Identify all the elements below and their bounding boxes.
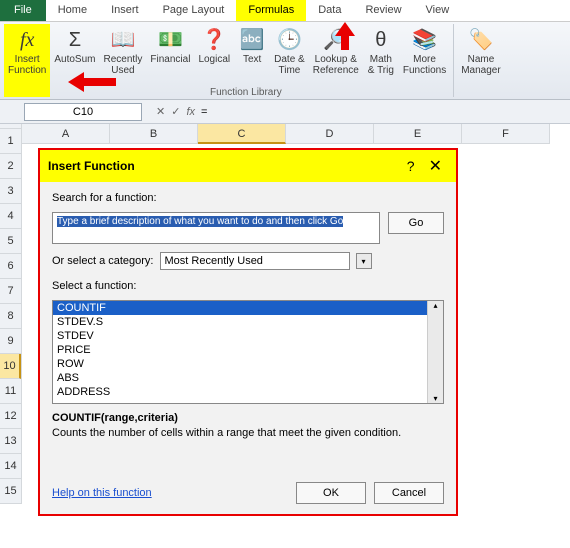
name-manager-button[interactable]: 🏷️ Name Manager: [457, 24, 504, 97]
function-list[interactable]: COUNTIF STDEV.S STDEV PRICE ROW ABS ADDR…: [52, 300, 444, 404]
formula-bar-row: C10 ✕ ✓ fx =: [0, 100, 570, 124]
go-button[interactable]: Go: [388, 212, 444, 234]
col-header[interactable]: A: [22, 124, 110, 144]
function-signature: COUNTIF(range,criteria): [52, 412, 444, 424]
list-item[interactable]: COUNTIF: [53, 301, 427, 315]
category-label: Or select a category:: [52, 255, 154, 267]
search-text: Type a brief description of what you wan…: [57, 216, 343, 227]
col-header[interactable]: C: [198, 124, 286, 144]
row-header[interactable]: 14: [0, 454, 21, 479]
select-function-label: Select a function:: [52, 280, 444, 292]
cancel-icon[interactable]: ✕: [156, 105, 165, 118]
tab-insert[interactable]: Insert: [99, 0, 151, 21]
name-manager-label: Name Manager: [461, 54, 500, 76]
list-item[interactable]: PRICE: [53, 343, 427, 357]
formula-bar[interactable]: =: [195, 106, 570, 118]
tag-icon: 🏷️: [467, 26, 495, 54]
ok-button[interactable]: OK: [296, 482, 366, 504]
search-label: Search for a function:: [52, 192, 444, 204]
tab-file[interactable]: File: [0, 0, 46, 21]
col-header[interactable]: F: [462, 124, 550, 144]
list-item[interactable]: STDEV: [53, 329, 427, 343]
autosum-label: AutoSum: [54, 54, 95, 65]
dialog-title-bar: Insert Function ? ✕: [40, 150, 456, 182]
text-icon: 🔤: [238, 26, 266, 54]
row-header[interactable]: 12: [0, 404, 21, 429]
logic-icon: ❓: [200, 26, 228, 54]
col-header[interactable]: B: [110, 124, 198, 144]
row-header[interactable]: 9: [0, 329, 21, 354]
group-label-function-library: Function Library: [210, 87, 282, 98]
insert-function-button[interactable]: fx Insert Function: [4, 24, 50, 97]
fx-icon: fx: [13, 26, 41, 54]
theta-icon: θ: [367, 26, 395, 54]
function-description: Counts the number of cells within a rang…: [52, 426, 444, 440]
row-header[interactable]: 10: [0, 354, 21, 379]
financial-label: Financial: [150, 54, 190, 65]
more-icon: 📚: [411, 26, 439, 54]
row-header[interactable]: 7: [0, 279, 21, 304]
list-item[interactable]: ROW: [53, 357, 427, 371]
more-functions-button[interactable]: 📚 More Functions: [399, 24, 450, 97]
row-header[interactable]: 5: [0, 229, 21, 254]
row-header[interactable]: 15: [0, 479, 21, 504]
tab-review[interactable]: Review: [353, 0, 413, 21]
date-time-label: Date & Time: [274, 54, 305, 76]
chevron-down-icon[interactable]: ▾: [356, 253, 372, 269]
help-button[interactable]: ?: [399, 158, 423, 174]
row-header[interactable]: 6: [0, 254, 21, 279]
financial-button[interactable]: 💵 Financial: [146, 24, 194, 97]
insert-function-dialog: Insert Function ? ✕ Search for a functio…: [38, 148, 458, 516]
more-functions-label: More Functions: [403, 54, 446, 76]
row-header[interactable]: 11: [0, 379, 21, 404]
sigma-icon: Σ: [61, 26, 89, 54]
scrollbar[interactable]: ▴▾: [427, 301, 443, 403]
insert-function-label: Insert Function: [8, 54, 46, 76]
callout-arrow-formulas: [325, 22, 365, 50]
math-trig-label: Math & Trig: [368, 54, 394, 76]
text-label: Text: [243, 54, 261, 65]
ribbon-tabs: File Home Insert Page Layout Formulas Da…: [0, 0, 570, 22]
category-value: Most Recently Used: [165, 255, 263, 267]
name-box[interactable]: C10: [24, 103, 142, 121]
tab-home[interactable]: Home: [46, 0, 99, 21]
cancel-button[interactable]: Cancel: [374, 482, 444, 504]
row-header[interactable]: 13: [0, 429, 21, 454]
category-select[interactable]: Most Recently Used: [160, 252, 350, 270]
money-icon: 💵: [156, 26, 184, 54]
math-trig-button[interactable]: θ Math & Trig: [363, 24, 399, 97]
clock-icon: 🕒: [275, 26, 303, 54]
callout-arrow-insert-function: [68, 70, 116, 94]
fx-icon-small[interactable]: fx: [186, 106, 195, 118]
logical-label: Logical: [198, 54, 230, 65]
close-button[interactable]: ✕: [423, 156, 448, 176]
col-header[interactable]: D: [286, 124, 374, 144]
help-link[interactable]: Help on this function: [52, 487, 152, 499]
col-header[interactable]: E: [374, 124, 462, 144]
enter-icon[interactable]: ✓: [171, 105, 180, 118]
dialog-title: Insert Function: [48, 159, 135, 173]
list-item[interactable]: ABS: [53, 371, 427, 385]
list-item[interactable]: ADDRESS: [53, 385, 427, 399]
tab-view[interactable]: View: [414, 0, 462, 21]
search-input[interactable]: Type a brief description of what you wan…: [52, 212, 380, 244]
tab-formulas[interactable]: Formulas: [236, 0, 306, 21]
tab-data[interactable]: Data: [306, 0, 353, 21]
row-header[interactable]: 3: [0, 179, 21, 204]
row-header[interactable]: 1: [0, 129, 21, 154]
row-header[interactable]: 8: [0, 304, 21, 329]
row-header[interactable]: 4: [0, 204, 21, 229]
book-icon: 📖: [109, 26, 137, 54]
lookup-ref-label: Lookup & Reference: [313, 54, 359, 76]
row-header[interactable]: 2: [0, 154, 21, 179]
tab-page-layout[interactable]: Page Layout: [151, 0, 237, 21]
list-item[interactable]: STDEV.S: [53, 315, 427, 329]
